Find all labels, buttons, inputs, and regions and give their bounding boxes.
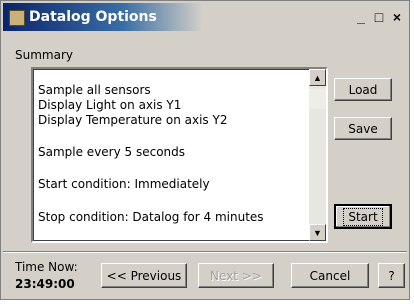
summary-line: Sample every 5 seconds: [38, 145, 186, 159]
summary-list: Sample all sensors Display Light on axis…: [33, 69, 309, 241]
vertical-scrollbar[interactable]: ▲ ▼: [309, 69, 326, 241]
maximize-button[interactable]: □: [371, 7, 387, 27]
next-button[interactable]: Next >>: [198, 263, 274, 288]
help-button[interactable]: ?: [378, 263, 405, 288]
summary-line: Display Temperature on axis Y2: [38, 113, 228, 127]
previous-button[interactable]: << Previous: [101, 263, 187, 288]
time-now-label: Time Now:: [15, 260, 78, 274]
time-now-value: 23:49:00: [15, 277, 75, 291]
scroll-down-icon[interactable]: ▼: [309, 224, 326, 241]
start-button-label: Start: [343, 207, 383, 226]
separator: [3, 251, 407, 252]
title-bar[interactable]: Datalog Options _ □ ×: [3, 3, 407, 31]
summary-line: Sample all sensors: [38, 83, 151, 97]
datalog-options-window: Datalog Options _ □ × Summary Sample all…: [0, 0, 410, 300]
cancel-button[interactable]: Cancel: [291, 263, 369, 288]
load-button[interactable]: Load: [334, 78, 392, 101]
window-title: Datalog Options: [29, 9, 157, 25]
minimize-button[interactable]: _: [353, 7, 369, 27]
summary-line: Display Light on axis Y1: [38, 98, 182, 112]
summary-line: Start condition: Immediately: [38, 177, 210, 191]
app-icon: [9, 10, 25, 26]
scroll-thumb[interactable]: [309, 89, 326, 109]
save-button[interactable]: Save: [334, 117, 392, 140]
scroll-up-icon[interactable]: ▲: [309, 69, 326, 86]
summary-label: Summary: [15, 48, 73, 62]
start-button[interactable]: Start: [334, 204, 392, 229]
summary-line: Stop condition: Datalog for 4 minutes: [38, 210, 264, 224]
summary-listbox[interactable]: Sample all sensors Display Light on axis…: [31, 67, 328, 243]
close-button[interactable]: ×: [389, 7, 405, 27]
